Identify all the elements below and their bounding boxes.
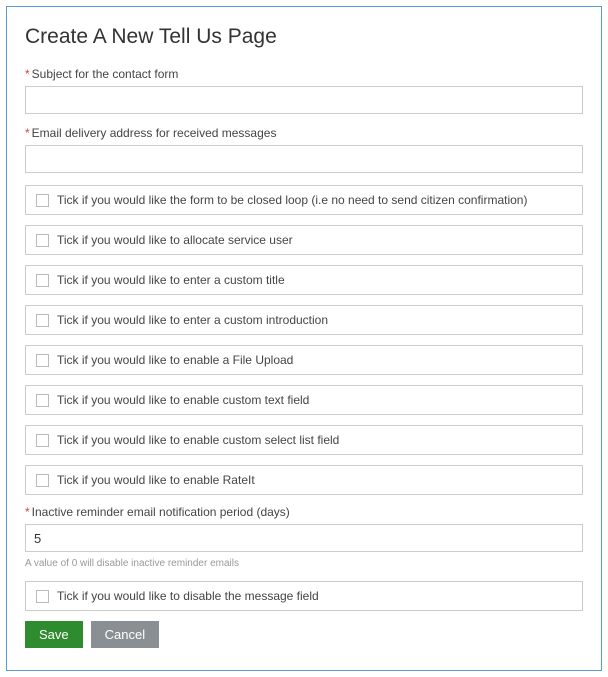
checkbox-custom-intro[interactable]: Tick if you would like to enter a custom…	[25, 305, 583, 335]
field-inactive-period: *Inactive reminder email notification pe…	[25, 505, 583, 552]
required-asterisk: *	[25, 67, 30, 81]
inactive-period-hint: A value of 0 will disable inactive remin…	[25, 558, 583, 569]
checkbox-rateit[interactable]: Tick if you would like to enable RateIt	[25, 465, 583, 495]
subject-label-line: *Subject for the contact form	[25, 67, 583, 81]
inactive-period-label-line: *Inactive reminder email notification pe…	[25, 505, 583, 519]
checkbox-custom-text-input[interactable]	[36, 394, 49, 407]
checkbox-custom-text[interactable]: Tick if you would like to enable custom …	[25, 385, 583, 415]
checkbox-custom-intro-label: Tick if you would like to enter a custom…	[57, 313, 328, 327]
delivery-email-input[interactable]	[25, 145, 583, 173]
form-panel: Create A New Tell Us Page *Subject for t…	[6, 6, 602, 671]
delivery-email-label-line: *Email delivery address for received mes…	[25, 126, 583, 140]
checkbox-custom-intro-input[interactable]	[36, 314, 49, 327]
checkbox-custom-title[interactable]: Tick if you would like to enter a custom…	[25, 265, 583, 295]
checkbox-custom-title-input[interactable]	[36, 274, 49, 287]
field-subject: *Subject for the contact form	[25, 67, 583, 114]
checkbox-disable-message-label: Tick if you would like to disable the me…	[57, 589, 319, 603]
required-asterisk: *	[25, 126, 30, 140]
checkbox-rateit-label: Tick if you would like to enable RateIt	[57, 473, 255, 487]
checkbox-allocate-user-label: Tick if you would like to allocate servi…	[57, 233, 293, 247]
subject-label: Subject for the contact form	[32, 67, 179, 81]
checkbox-closed-loop[interactable]: Tick if you would like the form to be cl…	[25, 185, 583, 215]
save-button[interactable]: Save	[25, 621, 83, 648]
checkbox-custom-title-label: Tick if you would like to enter a custom…	[57, 273, 285, 287]
checkbox-rateit-input[interactable]	[36, 474, 49, 487]
button-row: Save Cancel	[25, 621, 583, 648]
checkbox-disable-message[interactable]: Tick if you would like to disable the me…	[25, 581, 583, 611]
subject-input[interactable]	[25, 86, 583, 114]
required-asterisk: *	[25, 505, 30, 519]
field-delivery-email: *Email delivery address for received mes…	[25, 126, 583, 173]
checkbox-custom-select[interactable]: Tick if you would like to enable custom …	[25, 425, 583, 455]
checkbox-custom-text-label: Tick if you would like to enable custom …	[57, 393, 309, 407]
checkbox-file-upload-input[interactable]	[36, 354, 49, 367]
checkbox-disable-message-input[interactable]	[36, 590, 49, 603]
checkbox-custom-select-label: Tick if you would like to enable custom …	[57, 433, 339, 447]
checkbox-file-upload-label: Tick if you would like to enable a File …	[57, 353, 293, 367]
inactive-period-input[interactable]	[25, 524, 583, 552]
delivery-email-label: Email delivery address for received mess…	[32, 126, 277, 140]
inactive-period-label: Inactive reminder email notification per…	[32, 505, 290, 519]
page-title: Create A New Tell Us Page	[25, 25, 583, 49]
checkbox-closed-loop-label: Tick if you would like the form to be cl…	[57, 193, 527, 207]
checkbox-allocate-user[interactable]: Tick if you would like to allocate servi…	[25, 225, 583, 255]
checkbox-closed-loop-input[interactable]	[36, 194, 49, 207]
checkbox-allocate-user-input[interactable]	[36, 234, 49, 247]
cancel-button[interactable]: Cancel	[91, 621, 159, 648]
checkbox-file-upload[interactable]: Tick if you would like to enable a File …	[25, 345, 583, 375]
checkbox-custom-select-input[interactable]	[36, 434, 49, 447]
